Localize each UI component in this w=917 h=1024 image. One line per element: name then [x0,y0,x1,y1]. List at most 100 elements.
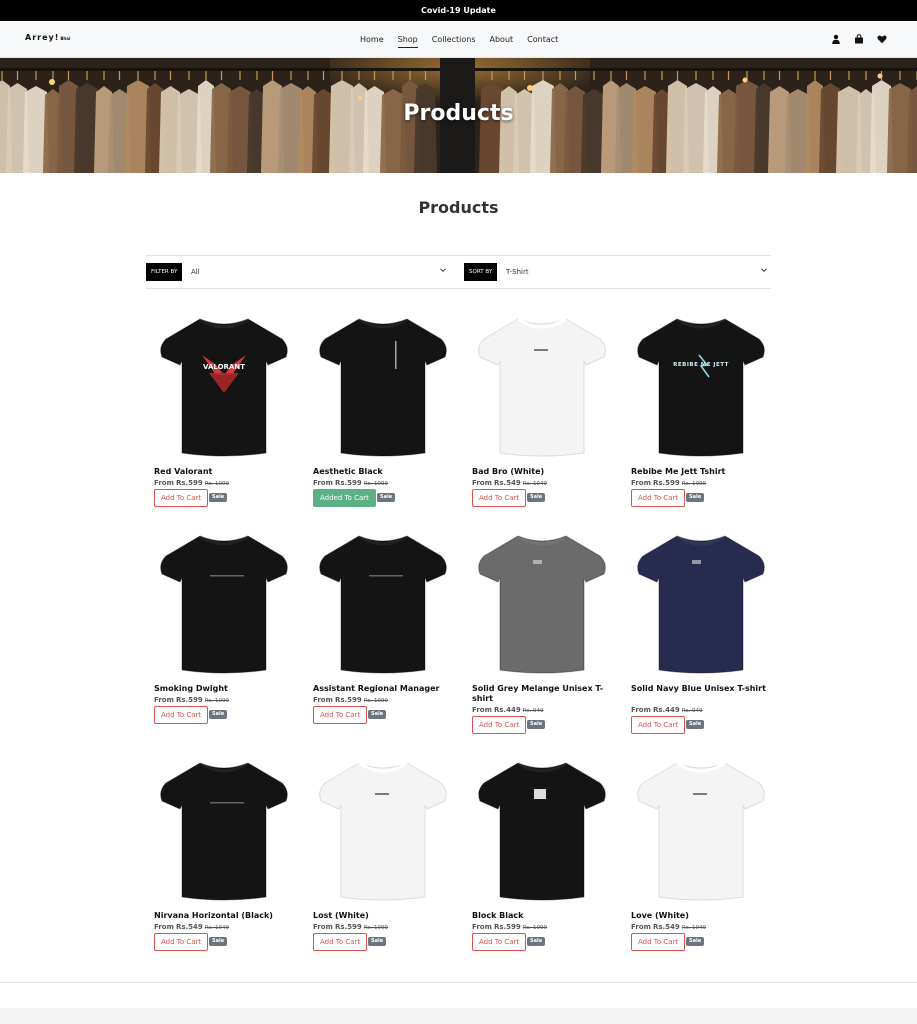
product-price-original: Rs. 1099 [522,925,548,931]
product-price-current: Rs.599 [334,696,362,704]
add-to-cart-button[interactable]: Add To Cart [472,716,527,734]
product-name[interactable]: Solid Navy Blue Unisex T-shirt [631,684,766,694]
product-price: From Rs.449 Rs. 949 [631,706,703,714]
shopping-bag-icon[interactable] [854,34,864,44]
product-name[interactable]: Block Black [472,911,607,921]
sale-badge: Sale [209,710,228,719]
sale-badge: Sale [209,493,228,502]
product-image[interactable] [631,757,771,905]
sale-badge: Sale [209,937,228,946]
product-price-current: Rs.599 [175,696,203,704]
add-to-cart-button[interactable]: Add To Cart [631,716,686,734]
product-image[interactable] [313,530,453,678]
product-image[interactable] [313,757,453,905]
product-image[interactable]: REBIBE ME JETT [631,313,771,461]
product-card[interactable]: Bad Bro (White) From Rs.549 Rs. 1049 Add… [472,313,612,523]
product-price-from: From [631,923,651,931]
product-card[interactable]: Block Black From Rs.599 Rs. 1099 Add To … [472,757,612,967]
add-to-cart-button[interactable]: Add To Cart [154,489,209,507]
product-image[interactable] [472,313,612,461]
product-price-original: Rs. 1049 [204,925,230,931]
add-to-cart-button[interactable]: Add To Cart [313,933,368,951]
filter-sort-bar: FILTER BY All SORT BY T-Shirt [146,255,771,289]
product-card[interactable]: Nirvana Horizontal (Black) From Rs.549 R… [154,757,294,967]
product-name[interactable]: Rebibe Me Jett Tshirt [631,467,766,477]
product-price: From Rs.449 Rs. 949 [472,706,544,714]
product-price-original: Rs. 1099 [681,481,707,487]
chevron-down-icon [761,268,767,273]
product-image[interactable] [472,757,612,905]
product-price-from: From [472,479,492,487]
product-name[interactable]: Smoking Dwight [154,684,289,694]
sale-badge: Sale [527,493,546,502]
product-card[interactable]: VALORANT Red Valorant From Rs.599 Rs. 10… [154,313,294,523]
product-image[interactable]: VALORANT [154,313,294,461]
product-price-current: Rs.599 [334,923,362,931]
footer [0,1008,917,1024]
sale-badge: Sale [377,493,396,502]
filter-label: FILTER BY [146,263,183,281]
add-to-cart-button[interactable]: Add To Cart [154,706,209,724]
add-to-cart-button[interactable]: Add To Cart [472,933,527,951]
product-price-from: From [154,696,174,704]
product-card[interactable]: Lost (White) From Rs.599 Rs. 1099 Add To… [313,757,453,967]
product-card[interactable]: Assistant Regional Manager From Rs.599 R… [313,530,453,740]
product-price: From Rs.599 Rs. 1099 [154,479,229,487]
product-name[interactable]: Aesthetic Black [313,467,448,477]
add-to-cart-button[interactable]: Add To Cart [631,933,686,951]
product-name[interactable]: Assistant Regional Manager [313,684,448,694]
brand-logo[interactable]: Arrey!Bhai [25,33,70,42]
add-to-cart-button[interactable]: Added To Cart [313,489,376,507]
sale-badge: Sale [368,710,387,719]
product-name[interactable]: Bad Bro (White) [472,467,607,477]
nav-home[interactable]: Home [360,35,384,48]
product-name[interactable]: Solid Grey Melange Unisex T-shirt [472,684,607,704]
product-card[interactable]: Love (White) From Rs.549 Rs. 1049 Add To… [631,757,771,967]
sale-badge: Sale [686,493,705,502]
sale-badge: Sale [527,937,546,946]
product-price-current: Rs.549 [652,923,680,931]
sort-select[interactable]: SORT BY T-Shirt [464,263,770,281]
sale-badge: Sale [686,720,705,729]
product-price-current: Rs.549 [493,479,521,487]
product-price-from: From [631,706,651,714]
product-price-from: From [472,923,492,931]
product-card[interactable]: Aesthetic Black From Rs.599 Rs. 1099 Add… [313,313,453,523]
product-image[interactable] [313,313,453,461]
nav-about[interactable]: About [490,35,514,48]
product-price: From Rs.599 Rs. 1099 [313,479,388,487]
heart-icon[interactable] [877,34,887,44]
product-name[interactable]: Lost (White) [313,911,448,921]
nav-collections[interactable]: Collections [432,35,476,48]
sort-label: SORT BY [464,263,498,281]
add-to-cart-button[interactable]: Add To Cart [313,706,368,724]
add-to-cart-button[interactable]: Add To Cart [472,489,527,507]
product-name[interactable]: Red Valorant [154,467,289,477]
product-image[interactable] [631,530,771,678]
footer-divider [0,982,917,983]
nav-shop[interactable]: Shop [397,35,418,48]
nav-contact[interactable]: Contact [527,35,558,48]
product-name[interactable]: Love (White) [631,911,766,921]
product-price-original: Rs. 1049 [681,925,707,931]
product-card[interactable]: Solid Grey Melange Unisex T-shirt From R… [472,530,612,740]
product-card[interactable]: REBIBE ME JETT Rebibe Me Jett Tshirt Fro… [631,313,771,523]
product-image[interactable] [154,757,294,905]
product-image[interactable] [472,530,612,678]
covid-update-banner[interactable]: Covid-19 Update [0,0,917,21]
product-price-current: Rs.599 [175,479,203,487]
add-to-cart-button[interactable]: Add To Cart [631,489,686,507]
product-price-original: Rs. 1099 [363,481,389,487]
product-card[interactable]: Smoking Dwight From Rs.599 Rs. 1099 Add … [154,530,294,740]
product-price: From Rs.549 Rs. 1049 [631,923,706,931]
user-icon[interactable] [831,34,841,44]
product-image[interactable] [154,530,294,678]
product-name[interactable]: Nirvana Horizontal (Black) [154,911,289,921]
navbar: Arrey!Bhai Home Shop Collections About C… [0,21,917,58]
hero-banner: Products [0,58,917,173]
add-to-cart-button[interactable]: Add To Cart [154,933,209,951]
filter-select[interactable]: FILTER BY All [146,263,451,281]
chevron-down-icon [440,268,446,273]
product-card[interactable]: Solid Navy Blue Unisex T-shirt From Rs.4… [631,530,771,740]
product-price-original: Rs. 1099 [363,698,389,704]
